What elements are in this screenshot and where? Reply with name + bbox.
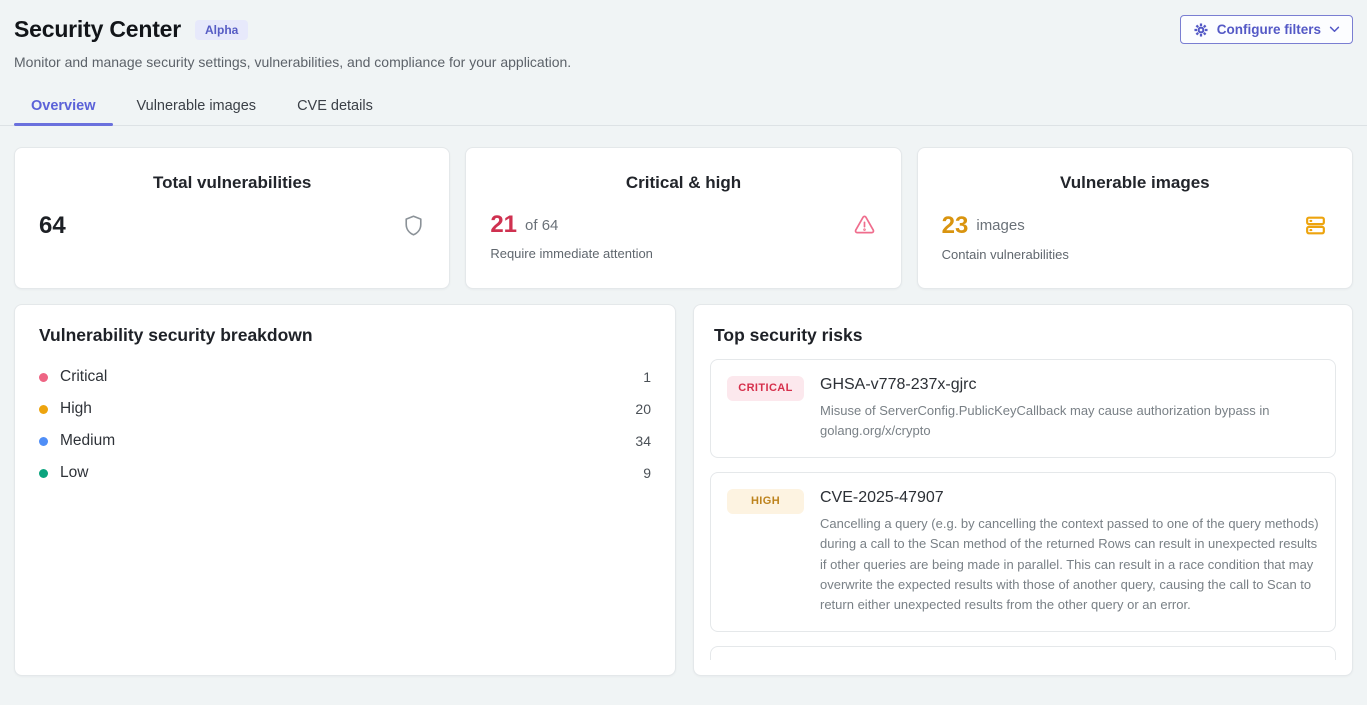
tab-overview[interactable]: Overview <box>14 89 113 125</box>
stat-card-subtext: Require immediate attention <box>490 246 876 261</box>
breakdown-row-high: High 20 <box>39 393 651 425</box>
stat-card-vulnerable-images: Vulnerable images 23 images Contain vuln… <box>917 147 1353 289</box>
breakdown-list: Critical 1 High 20 Medium 34 Low 9 <box>39 361 651 489</box>
breakdown-label: Medium <box>60 432 115 450</box>
stat-card-unit: of 64 <box>525 217 558 234</box>
server-icon <box>1303 213 1328 238</box>
stat-card-value: 21 <box>490 213 517 237</box>
stat-card-title: Total vulnerabilities <box>39 173 425 193</box>
high-dot-icon <box>39 405 48 414</box>
risk-list: CRITICAL GHSA-v778-237x-gjrc Misuse of S… <box>710 359 1336 660</box>
top-risks-title: Top security risks <box>710 321 1336 346</box>
risk-card-cve-2025-9086[interactable]: HIGH CVE-2025-9086 <box>710 646 1336 660</box>
breakdown-value: 1 <box>643 369 651 385</box>
breakdown-label: Low <box>60 464 88 482</box>
risk-card-cve-2025-47907[interactable]: HIGH CVE-2025-47907 Cancelling a query (… <box>710 472 1336 632</box>
critical-dot-icon <box>39 373 48 382</box>
breakdown-label: Critical <box>60 368 107 386</box>
risk-id: CVE-2025-47907 <box>820 489 1319 507</box>
breakdown-title: Vulnerability security breakdown <box>39 325 651 346</box>
breakdown-label: High <box>60 400 92 418</box>
stat-card-total-vulnerabilities: Total vulnerabilities 64 <box>14 147 450 289</box>
stat-card-critical-high: Critical & high 21 of 64 Require immedia… <box>465 147 901 289</box>
risk-id: GHSA-v778-237x-gjrc <box>820 376 1319 394</box>
top-security-risks-panel: Top security risks CRITICAL GHSA-v778-23… <box>693 304 1353 676</box>
page-subtitle: Monitor and manage security settings, vu… <box>14 54 1353 70</box>
tab-cve-details[interactable]: CVE details <box>280 89 390 125</box>
tab-bar: Overview Vulnerable images CVE details <box>0 89 1367 126</box>
breakdown-row-critical: Critical 1 <box>39 361 651 393</box>
warning-icon <box>852 213 877 237</box>
breakdown-value: 34 <box>635 433 651 449</box>
configure-filters-button[interactable]: Configure filters <box>1180 15 1353 44</box>
alpha-badge: Alpha <box>195 20 248 40</box>
gear-icon <box>1193 22 1209 38</box>
stat-card-title: Vulnerable images <box>942 173 1328 193</box>
risk-description: Cancelling a query (e.g. by cancelling t… <box>820 514 1319 615</box>
risk-card-ghsa-v778-237x-gjrc[interactable]: CRITICAL GHSA-v778-237x-gjrc Misuse of S… <box>710 359 1336 458</box>
stat-card-value: 64 <box>39 214 66 238</box>
breakdown-value: 20 <box>635 401 651 417</box>
panels-row: Vulnerability security breakdown Critica… <box>14 304 1353 676</box>
breakdown-value: 9 <box>643 465 651 481</box>
stat-card-subtext: Contain vulnerabilities <box>942 247 1328 262</box>
breakdown-row-low: Low 9 <box>39 457 651 489</box>
page-title: Security Center <box>14 16 181 43</box>
chevron-down-icon <box>1329 26 1340 33</box>
medium-dot-icon <box>39 437 48 446</box>
risk-description: Misuse of ServerConfig.PublicKeyCallback… <box>820 401 1319 441</box>
header: Security Center Alpha Monitor and manage… <box>0 0 1367 70</box>
stat-card-value: 23 <box>942 214 969 238</box>
security-center-page: Security Center Alpha Monitor and manage… <box>0 0 1367 705</box>
stat-card-title: Critical & high <box>490 173 876 193</box>
stat-card-unit: images <box>976 217 1024 234</box>
vulnerability-breakdown-panel: Vulnerability security breakdown Critica… <box>14 304 676 676</box>
configure-filters-label: Configure filters <box>1217 22 1321 37</box>
severity-badge: HIGH <box>727 489 804 514</box>
breakdown-row-medium: Medium 34 <box>39 425 651 457</box>
stat-cards-row: Total vulnerabilities 64 Critical & high… <box>14 147 1353 289</box>
severity-badge: CRITICAL <box>727 376 804 401</box>
tab-vulnerable-images[interactable]: Vulnerable images <box>120 89 274 125</box>
shield-icon <box>402 213 425 238</box>
low-dot-icon <box>39 469 48 478</box>
